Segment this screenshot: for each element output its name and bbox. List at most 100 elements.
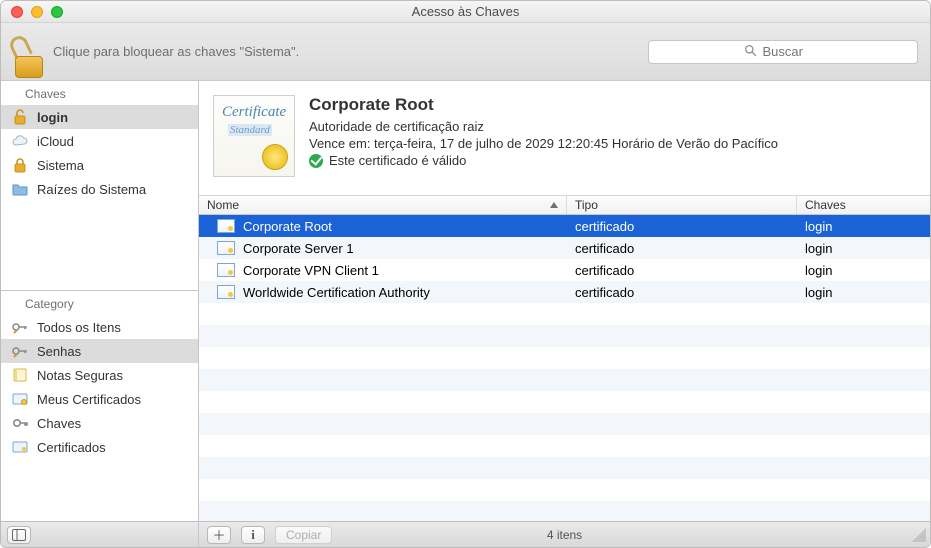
cell-keychain: login — [805, 219, 832, 234]
certificate-expires: Vence em: terça-feira, 17 de julho de 20… — [309, 136, 778, 151]
certificate-kind: Autoridade de certificação raiz — [309, 119, 778, 134]
cell-type: certificado — [575, 285, 634, 300]
window-title: Acesso às Chaves — [1, 4, 930, 19]
category-item-label: Certificados — [37, 440, 106, 455]
certificate-valid-text: Este certificado é válido — [329, 153, 466, 168]
category-section: Category Todos os Itens Senhas Notas Segur… — [1, 291, 198, 459]
main-panel: Certificate Standard Corporate Root Auto… — [199, 81, 930, 521]
key-pen-icon — [11, 318, 29, 336]
cert-thumb-word2: Standard — [228, 124, 272, 136]
empty-row — [199, 457, 930, 479]
copy-button[interactable]: Copiar — [275, 526, 332, 544]
cert-icon — [217, 263, 235, 277]
category-item-label: Meus Certificados — [37, 392, 141, 407]
sidebar: Chaves login iCloud Sistema Raízes do Siste… — [1, 81, 199, 521]
certificate-thumbnail-icon: Certificate Standard — [213, 95, 295, 177]
category-item-notes[interactable]: Notas Seguras — [1, 363, 198, 387]
category-item-all[interactable]: Todos os Itens — [1, 315, 198, 339]
content-area: Chaves login iCloud Sistema Raízes do Siste… — [1, 81, 930, 521]
category-item-mycerts[interactable]: Meus Certificados — [1, 387, 198, 411]
certificate-name: Corporate Root — [309, 95, 778, 115]
keychains-header: Chaves — [1, 81, 198, 105]
lock-hint-text: Clique para bloquear as chaves "Sistema"… — [53, 44, 299, 59]
cert-thumb-word1: Certificate — [222, 104, 286, 121]
empty-row — [199, 435, 930, 457]
certificate-detail-text: Corporate Root Autoridade de certificaçã… — [309, 95, 778, 177]
empty-row — [199, 391, 930, 413]
column-type-label: Tipo — [575, 198, 598, 212]
empty-row — [199, 413, 930, 435]
column-header-keychain[interactable]: Chaves — [797, 196, 930, 214]
cell-keychain: login — [805, 285, 832, 300]
category-item-certs[interactable]: Certificados — [1, 435, 198, 459]
empty-row — [199, 479, 930, 501]
empty-row — [199, 369, 930, 391]
lock-toggle-button[interactable] — [13, 38, 45, 78]
cell-type: certificado — [575, 219, 634, 234]
category-item-label: Notas Seguras — [37, 368, 123, 383]
category-item-keys[interactable]: Chaves — [1, 411, 198, 435]
info-button[interactable]: i — [241, 526, 265, 544]
category-header: Category — [1, 291, 198, 315]
cert-icon — [217, 241, 235, 255]
cell-name: Corporate Root — [243, 219, 332, 234]
keychain-item-label: login — [37, 110, 68, 125]
category-item-label: Todos os Itens — [37, 320, 121, 335]
column-header-name[interactable]: Nome — [199, 196, 567, 214]
table-row[interactable]: Corporate Server 1 certificado login — [199, 237, 930, 259]
add-item-button[interactable]: ＋ — [207, 526, 231, 544]
table-row[interactable]: Corporate Root certificado login — [199, 215, 930, 237]
cell-name: Corporate Server 1 — [243, 241, 354, 256]
sort-ascending-icon — [550, 202, 558, 208]
table-row[interactable]: Worldwide Certification Authoritycertifi… — [199, 281, 930, 303]
cert-icon — [217, 219, 235, 233]
column-keychain-label: Chaves — [805, 198, 846, 212]
titlebar: Acesso às Chaves — [1, 1, 930, 23]
keychain-item-label: Raízes do Sistema — [37, 182, 146, 197]
search-field[interactable] — [648, 40, 918, 64]
cell-type: certificado — [575, 241, 634, 256]
note-icon — [11, 366, 29, 384]
folder-icon — [11, 180, 29, 198]
category-item-label: Chaves — [37, 416, 81, 431]
table-body: Corporate RootcertificadologinCorporate … — [199, 215, 930, 521]
keychain-item-label: Sistema — [37, 158, 84, 173]
certificate-valid-status: Este certificado é válido — [309, 153, 778, 168]
cert-icon — [217, 285, 235, 299]
keychain-item-login[interactable]: login — [1, 105, 198, 129]
certificate-detail: Certificate Standard Corporate Root Auto… — [199, 81, 930, 195]
keychain-item-sistema[interactable]: Sistema — [1, 153, 198, 177]
table-row[interactable]: Corporate VPN Client 1certificadologin — [199, 259, 930, 281]
resize-grip-icon[interactable] — [912, 528, 926, 542]
toggle-sidebar-button[interactable] — [7, 526, 31, 544]
empty-row — [199, 303, 930, 325]
empty-row — [199, 325, 930, 347]
statusbar: ＋ i Copiar 4 itens — [1, 521, 930, 547]
cell-keychain: login — [805, 241, 832, 256]
lock-open-icon — [11, 108, 29, 126]
cell-name: Corporate VPN Client 1 — [243, 263, 379, 278]
category-item-passwords[interactable]: Senhas — [1, 339, 198, 363]
cloud-icon — [11, 132, 29, 150]
lock-closed-icon — [11, 156, 29, 174]
key-icon — [11, 414, 29, 432]
cert-badge-icon — [11, 390, 29, 408]
seal-icon — [262, 144, 288, 170]
search-icon — [744, 44, 757, 60]
keychain-access-window: Acesso às Chaves Clique para bloquear as… — [0, 0, 931, 548]
key-pen-icon — [11, 342, 29, 360]
column-header-type[interactable]: Tipo — [567, 196, 797, 214]
empty-row — [199, 501, 930, 521]
keychain-item-raizes[interactable]: Raízes do Sistema — [1, 177, 198, 201]
copy-button-label: Copiar — [286, 528, 321, 542]
search-input[interactable] — [763, 44, 823, 59]
checkmark-icon — [309, 154, 323, 168]
cert-icon — [11, 438, 29, 456]
empty-row — [199, 347, 930, 369]
table-header: Nome Tipo Chaves — [199, 195, 930, 215]
cell-type: certificado — [575, 263, 634, 278]
category-item-label: Senhas — [37, 344, 81, 359]
keychain-item-icloud[interactable]: iCloud — [1, 129, 198, 153]
toolbar: Clique para bloquear as chaves "Sistema"… — [1, 23, 930, 81]
column-name-label: Nome — [207, 198, 239, 212]
